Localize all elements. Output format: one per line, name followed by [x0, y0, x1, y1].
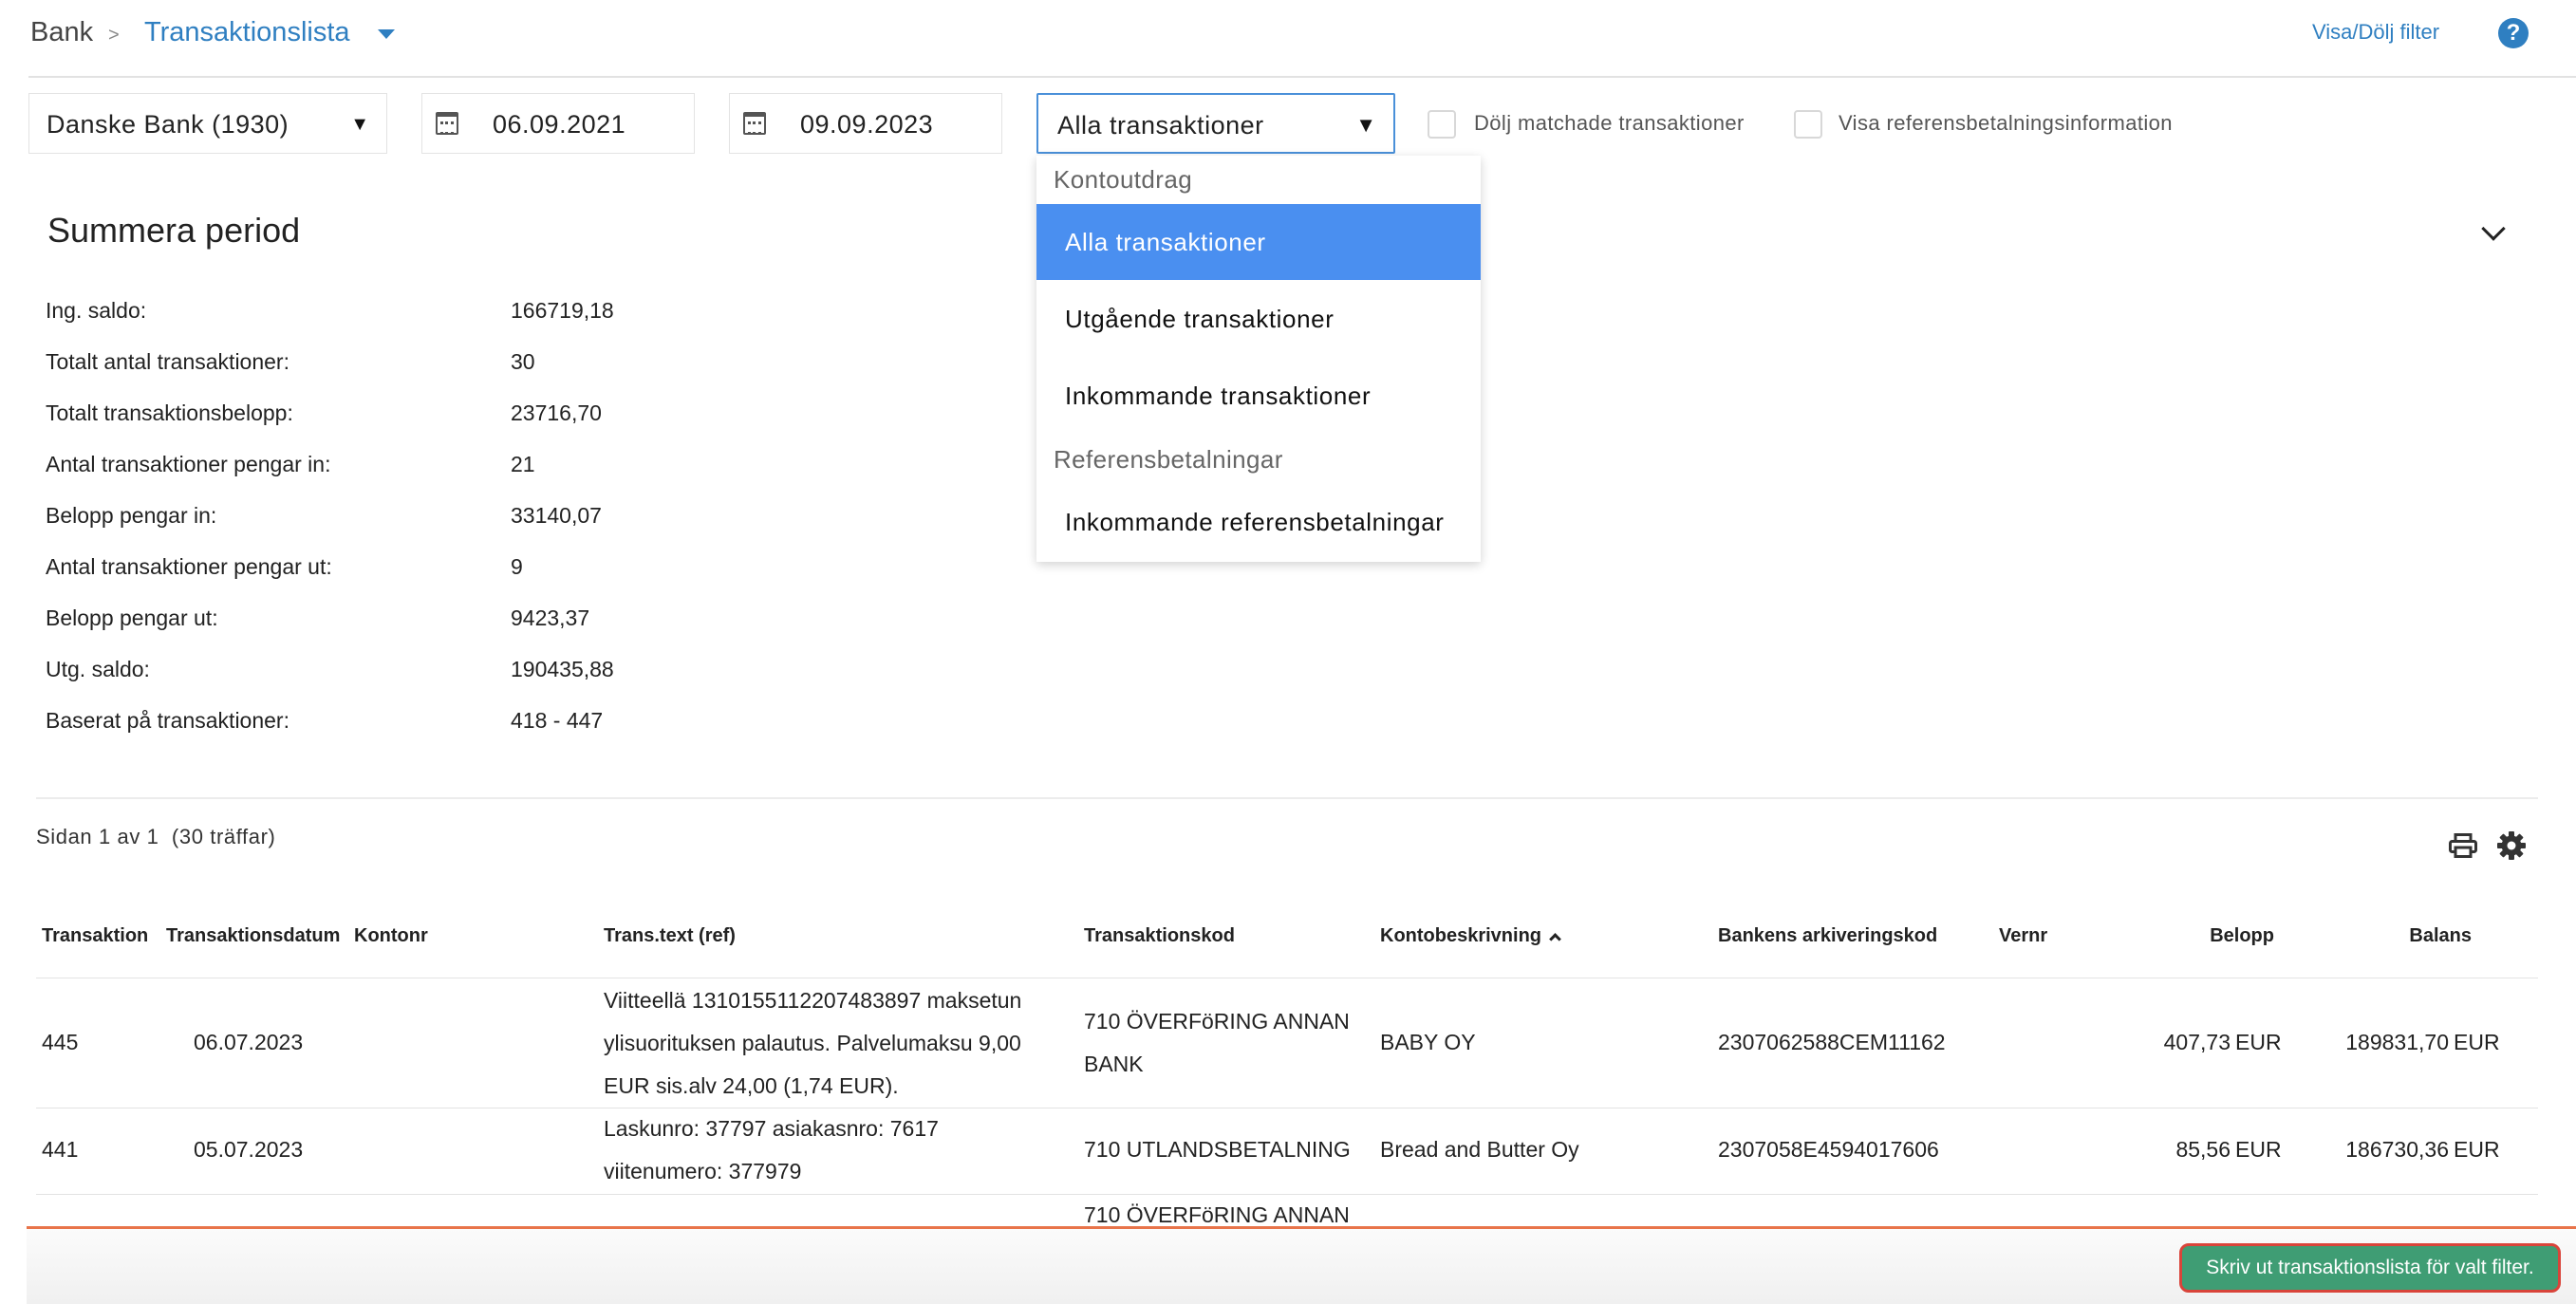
- cell-text-line: EUR sis.alv 24,00 (1,74 EUR).: [604, 1073, 899, 1098]
- cell-code-line: BANK: [1084, 1052, 1144, 1076]
- cell-description: Bread and Butter Oy: [1380, 1137, 1579, 1162]
- cell-amount-currency: EUR: [2235, 1137, 2282, 1162]
- bank-account-value: Danske Bank (1930): [47, 110, 289, 139]
- hide-matched-label[interactable]: Dölj matchade transaktioner: [1474, 111, 1745, 136]
- calendar-icon[interactable]: [743, 112, 766, 135]
- column-header-text[interactable]: Trans.text (ref): [604, 925, 736, 947]
- calendar-icon[interactable]: [436, 112, 458, 135]
- summary-label: Antal transaktioner pengar in:: [46, 452, 331, 476]
- cell-text-line: Laskunro: 37797 asiakasnro: 7617: [604, 1116, 939, 1141]
- triangle-down-icon: ▼: [1355, 113, 1376, 137]
- summary-value: 166719,18: [511, 298, 614, 323]
- table-row[interactable]: 445 06.07.2023 Viitteellä 13101551122074…: [0, 978, 2576, 1108]
- summary-title: Summera period: [47, 211, 301, 250]
- print-transaction-list-button[interactable]: Skriv ut transaktionslista för valt filt…: [2179, 1243, 2561, 1293]
- summary-value: 23716,70: [511, 401, 602, 425]
- date-from-field[interactable]: 06.09.2021: [421, 93, 695, 154]
- date-from-value: 06.09.2021: [493, 110, 626, 139]
- cell-archive: 2307062588CEM11162: [1718, 1030, 1946, 1054]
- summary-divider: [36, 797, 2538, 799]
- column-header-vernr[interactable]: Vernr: [1999, 925, 2047, 947]
- summary-label: Belopp pengar in:: [46, 503, 217, 528]
- summary-value: 418 - 447: [511, 708, 604, 733]
- summary-value: 190435,88: [511, 657, 614, 681]
- column-header-transaction[interactable]: Transaktion: [42, 925, 148, 947]
- cell-amount-currency: EUR: [2235, 1030, 2282, 1054]
- cell-description: BABY OY: [1380, 1030, 1476, 1054]
- dropdown-group-label: Kontoutdrag: [1054, 165, 1193, 194]
- dropdown-option-incoming[interactable]: Inkommande transaktioner: [1036, 358, 1481, 434]
- transaction-type-select[interactable]: Alla transaktioner ▼: [1036, 93, 1395, 154]
- column-header-account[interactable]: Kontonr: [354, 925, 428, 947]
- cell-balance-currency: EUR: [2454, 1030, 2500, 1054]
- cell-transaction: 441: [42, 1137, 79, 1162]
- cell-code-line: 710 ÖVERFöRING ANNAN: [1084, 1009, 1350, 1034]
- summary-value: 33140,07: [511, 503, 602, 528]
- cell-text-line: viitenumero: 377979: [604, 1159, 802, 1183]
- cell-date: 05.07.2023: [194, 1137, 304, 1162]
- toggle-filter-link[interactable]: Visa/Dölj filter: [2312, 20, 2439, 45]
- hide-matched-checkbox[interactable]: [1428, 110, 1456, 139]
- triangle-down-icon: ▼: [350, 114, 369, 135]
- help-icon[interactable]: ?: [2498, 18, 2529, 48]
- cell-archive: 2307058E4594017606: [1718, 1137, 1939, 1162]
- caret-down-icon[interactable]: [378, 29, 395, 39]
- column-header-balance[interactable]: Balans: [2373, 925, 2472, 947]
- date-to-value: 09.09.2023: [800, 110, 934, 139]
- show-reference-checkbox[interactable]: [1794, 110, 1822, 139]
- cell-code-line: 710 UTLANDSBETALNING: [1084, 1137, 1351, 1162]
- summary-value: 30: [511, 349, 535, 374]
- cell-code: 710 ÖVERFöRING ANNAN BANK: [1084, 1000, 1350, 1086]
- gear-icon[interactable]: [2497, 831, 2526, 860]
- dropdown-option-outgoing[interactable]: Utgående transaktioner: [1036, 281, 1481, 357]
- cell-balance: 189831,70: [2345, 1030, 2449, 1054]
- breadcrumb-current[interactable]: Transaktionslista: [144, 17, 350, 48]
- bank-account-select[interactable]: Danske Bank (1930) ▼: [28, 93, 387, 154]
- show-reference-label[interactable]: Visa referensbetalningsinformation: [1839, 111, 2173, 136]
- summary-value: 21: [511, 452, 535, 476]
- cell-text: Viitteellä 1310155112207483897 maksetun …: [604, 979, 1021, 1108]
- cell-balance: 186730,36: [2345, 1137, 2449, 1162]
- column-header-description-label: Kontobeskrivning: [1380, 925, 1542, 946]
- summary-label: Totalt antal transaktioner:: [46, 349, 289, 374]
- pagination-info: Sidan 1 av 1 (30 träffar): [36, 825, 276, 848]
- cell-text-line: Viitteellä 1310155112207483897 maksetun: [604, 988, 1022, 1013]
- print-icon[interactable]: [2449, 833, 2477, 858]
- summary-label: Totalt transaktionsbelopp:: [46, 401, 293, 425]
- transaction-type-dropdown: Kontoutdrag Alla transaktioner Utgående …: [1036, 156, 1481, 562]
- cell-balance-currency: EUR: [2454, 1137, 2500, 1162]
- sort-ascending-icon: [1549, 933, 1561, 945]
- column-header-date[interactable]: Transaktionsdatum: [166, 925, 340, 947]
- summary-label: Utg. saldo:: [46, 657, 150, 681]
- summary-value: 9423,37: [511, 605, 590, 630]
- column-header-code[interactable]: Transaktionskod: [1084, 925, 1235, 947]
- dropdown-option-incoming-reference[interactable]: Inkommande referensbetalningar: [1036, 484, 1481, 560]
- dropdown-option-all[interactable]: Alla transaktioner: [1036, 204, 1481, 280]
- breadcrumb-root[interactable]: Bank: [30, 17, 93, 48]
- cell-text: Laskunro: 37797 asiakasnro: 7617 viitenu…: [604, 1108, 939, 1193]
- column-header-description[interactable]: Kontobeskrivning: [1380, 925, 1561, 947]
- cell-code: 710 UTLANDSBETALNING: [1084, 1128, 1351, 1171]
- summary-label: Baserat på transaktioner:: [46, 708, 289, 733]
- cell-amount: 85,56: [2175, 1137, 2231, 1162]
- column-header-amount[interactable]: Belopp: [2183, 925, 2274, 947]
- summary-label: Antal transaktioner pengar ut:: [46, 554, 332, 579]
- cell-date: 06.07.2023: [194, 1030, 304, 1054]
- date-to-field[interactable]: 09.09.2023: [729, 93, 1002, 154]
- column-header-archive[interactable]: Bankens arkiveringskod: [1718, 925, 1937, 947]
- cell-transaction: 445: [42, 1030, 79, 1054]
- cell-text-line: ylisuorituksen palautus. Palvelumaksu 9,…: [604, 1031, 1021, 1055]
- summary-value: 9: [511, 554, 523, 579]
- summary-label: Belopp pengar ut:: [46, 605, 218, 630]
- cell-amount: 407,73: [2163, 1030, 2231, 1054]
- transaction-type-value: Alla transaktioner: [1057, 111, 1264, 140]
- dropdown-group-label: Referensbetalningar: [1054, 445, 1283, 474]
- table-row[interactable]: 441 05.07.2023 Laskunro: 37797 asiakasnr…: [0, 1108, 2576, 1194]
- summary-label: Ing. saldo:: [46, 298, 147, 323]
- header-divider: [28, 76, 2576, 78]
- chevron-down-icon[interactable]: [2481, 216, 2506, 241]
- breadcrumb-separator: >: [108, 25, 120, 46]
